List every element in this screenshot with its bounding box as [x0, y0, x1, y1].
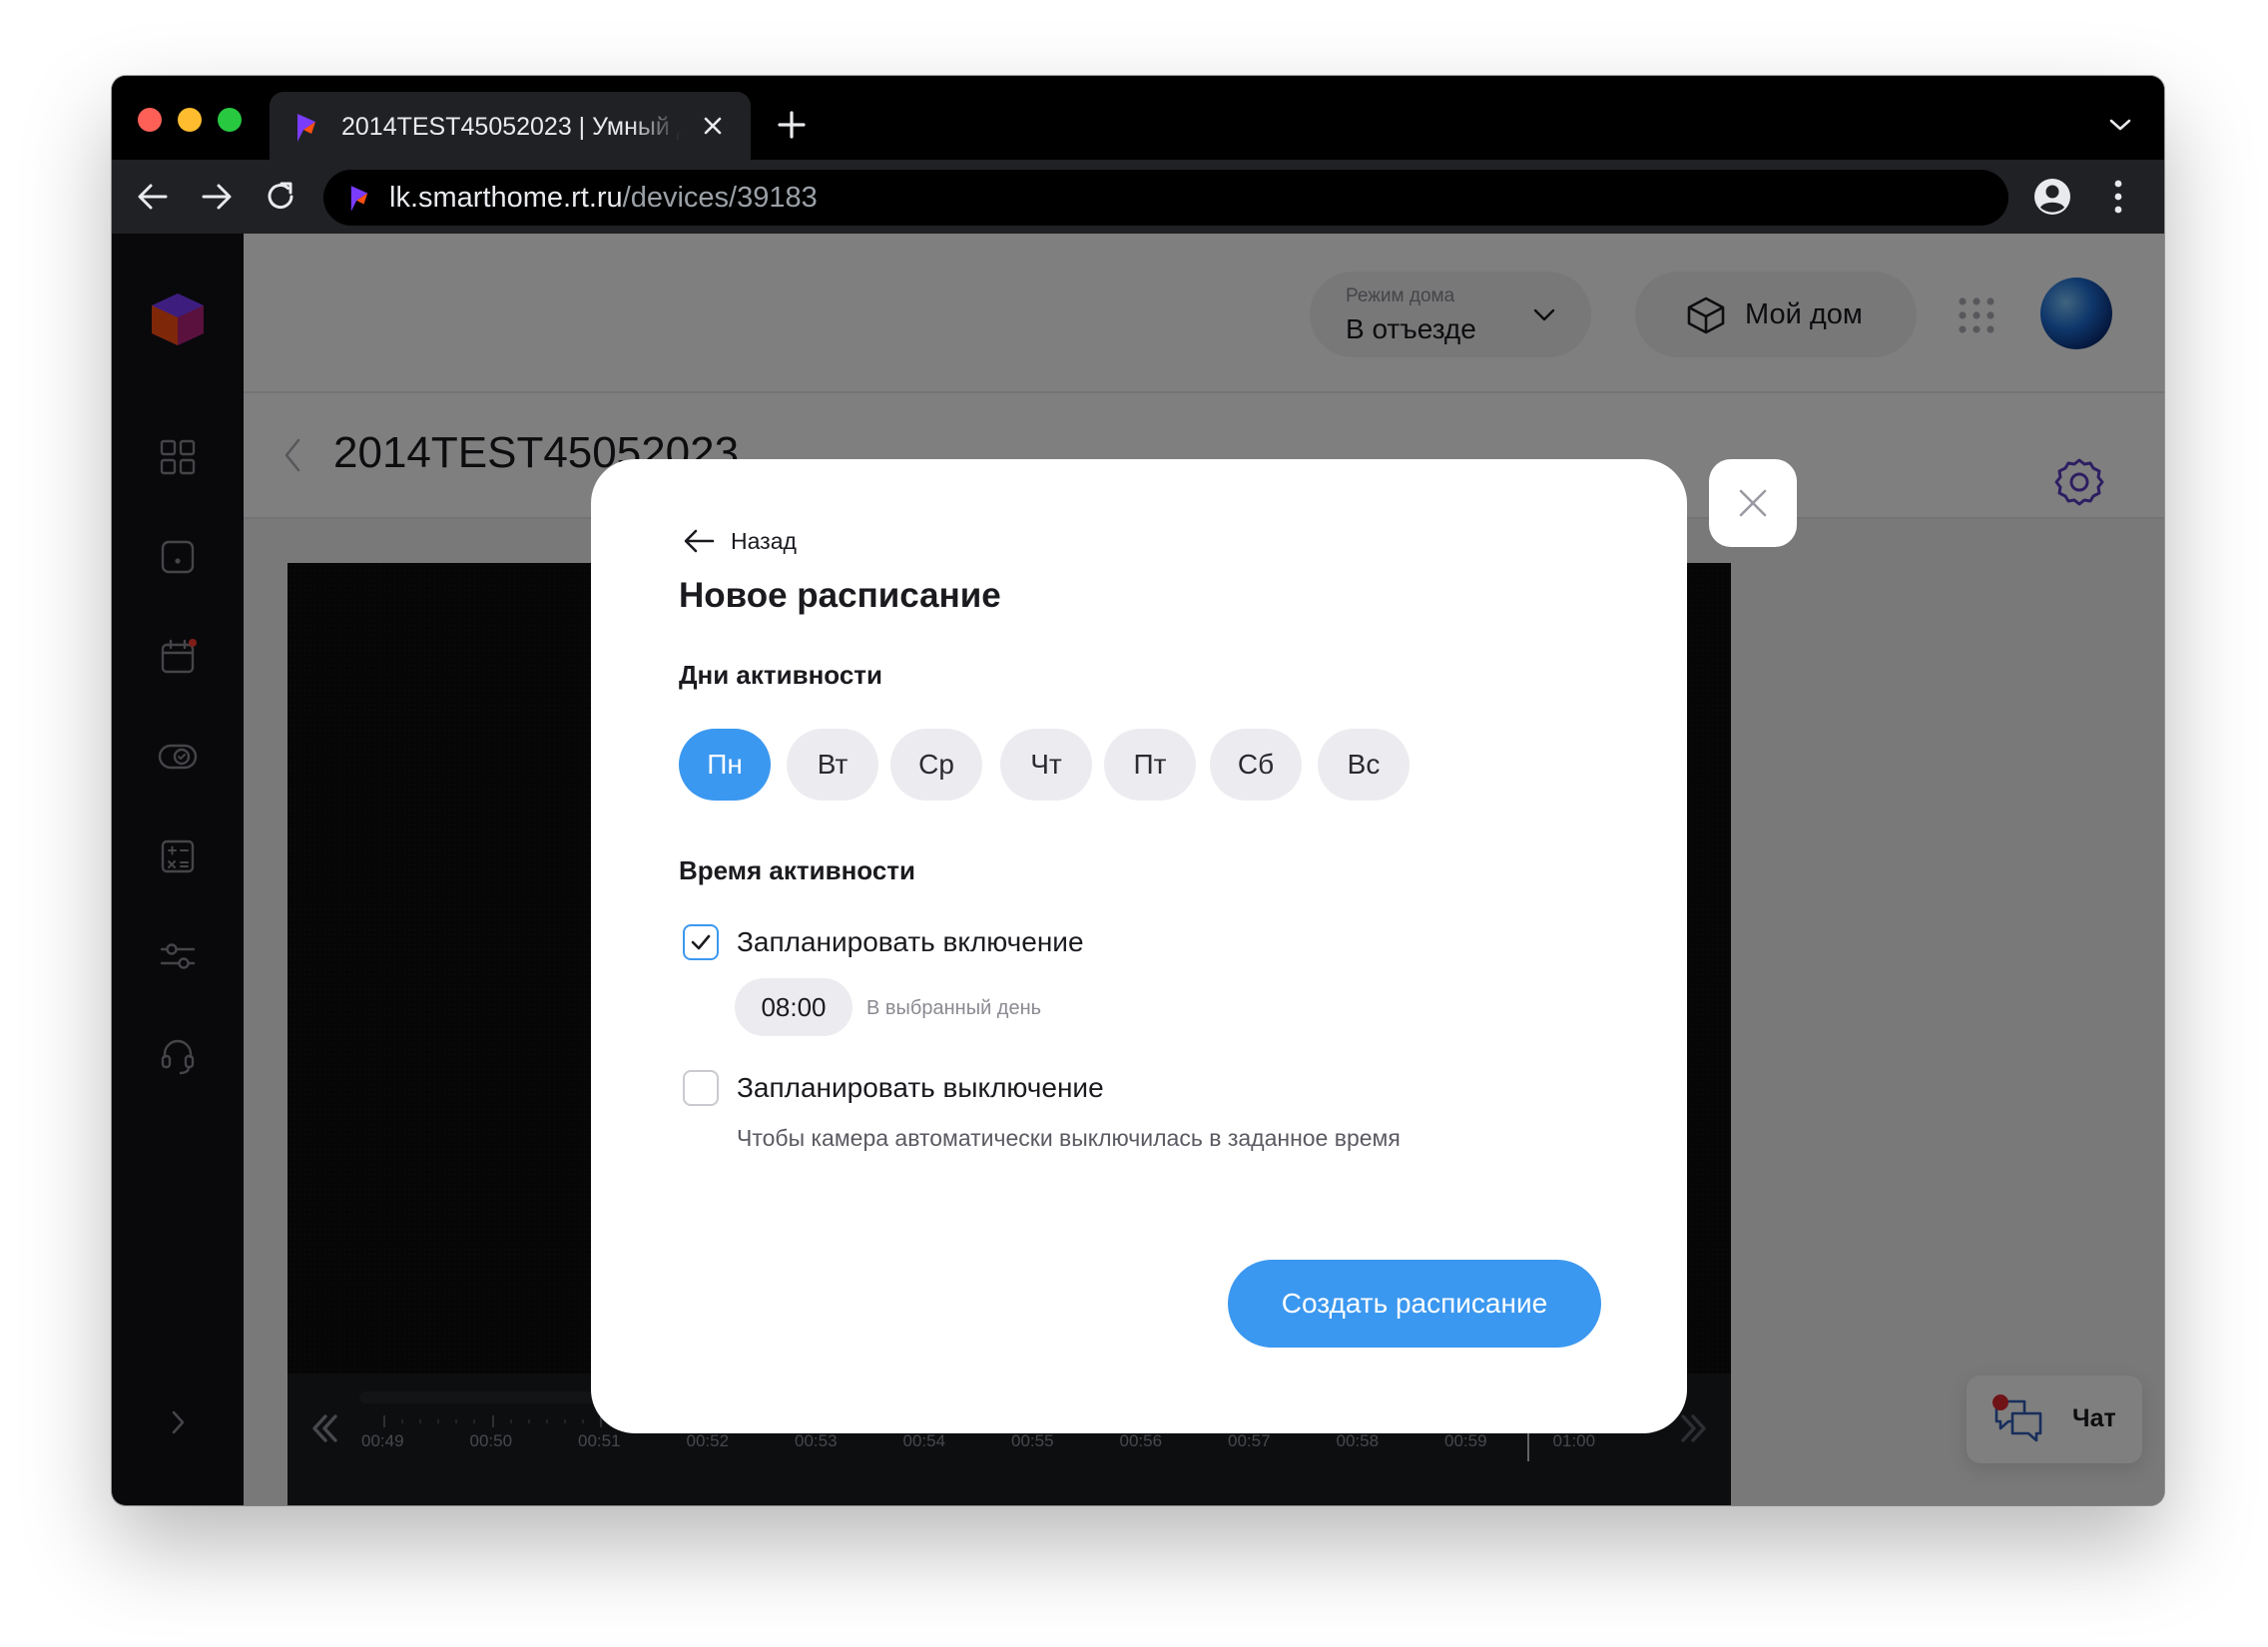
create-schedule-button[interactable]: Создать расписание — [1228, 1260, 1601, 1348]
close-window-button[interactable] — [138, 108, 162, 132]
maximize-window-button[interactable] — [218, 108, 242, 132]
time-section-title: Время активности — [679, 855, 915, 885]
day-wednesday-button[interactable]: Ср — [890, 729, 982, 801]
close-dialog-button[interactable] — [1709, 459, 1797, 547]
day-sunday-button[interactable]: Вс — [1318, 729, 1410, 801]
browser-menu-icon[interactable] — [2112, 178, 2124, 216]
url-text: lk.smarthome.rt.ru/devices/39183 — [389, 183, 818, 213]
tab-title: 2014TEST45052023 | Умный дом — [341, 113, 681, 141]
dialog-title: Новое расписание — [679, 576, 1001, 615]
rostelecom-favicon-icon — [297, 114, 315, 142]
schedule-on-checkbox[interactable] — [683, 924, 719, 960]
tab-search-chevron-icon[interactable] — [2108, 116, 2132, 134]
schedule-on-hint: В выбранный день — [866, 997, 1042, 1019]
reload-icon[interactable] — [264, 180, 297, 214]
schedule-off-checkbox[interactable] — [683, 1070, 719, 1106]
browser-toolbar: lk.smarthome.rt.ru/devices/39183 — [112, 160, 2164, 234]
schedule-on-time-input[interactable]: 08:00 — [735, 978, 852, 1036]
browser-window: 2014TEST45052023 | Умный дом — [112, 76, 2164, 1505]
url-host: lk.smarthome.rt.ru — [389, 182, 623, 214]
profile-icon[interactable] — [2032, 177, 2072, 217]
close-tab-icon[interactable] — [699, 112, 727, 140]
forward-arrow-icon[interactable] — [200, 180, 234, 214]
day-monday-button[interactable]: Пн — [679, 729, 771, 801]
tab-strip: 2014TEST45052023 | Умный дом — [112, 76, 2164, 160]
browser-tab[interactable]: 2014TEST45052023 | Умный дом — [270, 92, 751, 160]
day-friday-button[interactable]: Пт — [1104, 729, 1196, 801]
back-arrow-icon[interactable] — [136, 180, 170, 214]
back-label: Назад — [731, 528, 797, 554]
page: Режим дома В отъезде Мой дом — [112, 234, 2164, 1505]
new-schedule-dialog: Назад Новое расписание Дни активности Пн… — [591, 459, 1687, 1433]
minimize-window-button[interactable] — [178, 108, 202, 132]
schedule-on-label[interactable]: Запланировать включение — [737, 925, 1084, 959]
arrow-left-icon — [684, 529, 715, 553]
day-tuesday-button[interactable]: Вт — [787, 729, 878, 801]
day-saturday-button[interactable]: Сб — [1210, 729, 1302, 801]
address-bar[interactable]: lk.smarthome.rt.ru/devices/39183 — [323, 170, 2008, 226]
schedule-off-label[interactable]: Запланировать выключение — [737, 1071, 1104, 1105]
checkmark-icon — [691, 934, 711, 950]
url-path: /devices/39183 — [622, 182, 818, 214]
close-icon — [1739, 489, 1767, 517]
schedule-off-hint: Чтобы камера автоматически выключилась в… — [737, 1125, 1401, 1151]
days-section-title: Дни активности — [679, 660, 883, 690]
day-thursday-button[interactable]: Чт — [1000, 729, 1092, 801]
new-tab-icon[interactable] — [777, 110, 807, 140]
site-favicon-icon — [350, 186, 368, 212]
